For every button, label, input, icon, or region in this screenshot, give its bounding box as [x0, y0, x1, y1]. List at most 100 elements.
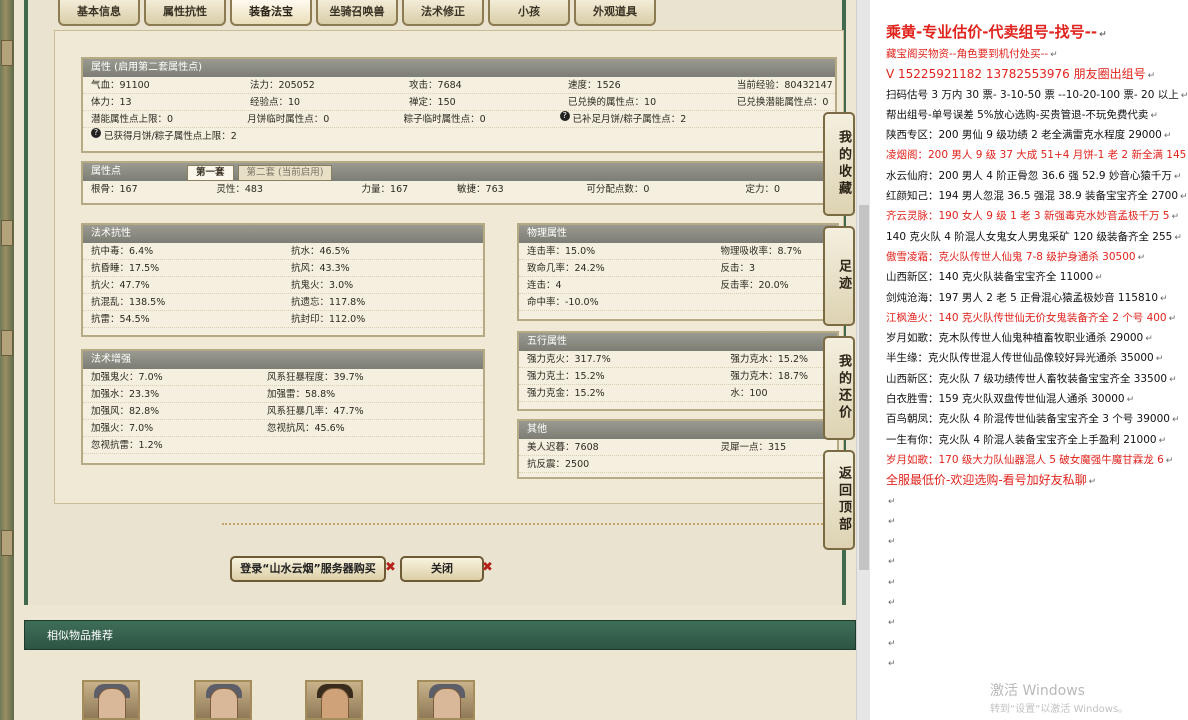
doc-line: 江枫渔火：140 克火队传世仙无价女鬼装备齐全 2 个号 400 ↵: [886, 308, 1188, 328]
paragraph-mark-icon: ↵: [1171, 212, 1180, 223]
login-server-buy-button[interactable]: 登录“山水云烟”服务器购买: [230, 556, 386, 582]
tab-2[interactable]: 装备法宝: [230, 0, 312, 26]
watermark-line1: 激活 Windows: [990, 683, 1085, 699]
spell_boost-cell: 加强水：23.3%: [91, 389, 160, 400]
doc-line: 全服最低价-欢迎选购-看号加好友私聊 ↵: [886, 470, 1188, 490]
doc-line-text: 白衣胜雪：159 克火队双盘传世仙混人通杀 30000: [886, 393, 1125, 406]
tab-0[interactable]: 基本信息: [58, 0, 140, 26]
physical-row: 连击率：15.0% 物理吸收率：8.7%: [519, 243, 837, 260]
sidenav-my-offers[interactable]: 我的还价: [823, 336, 855, 440]
doc-line: 剑炖沧海：197 男人 2 老 5 正骨混心猿孟极妙音 115810 ↵: [886, 288, 1188, 308]
other-title: 其他: [519, 421, 837, 439]
spell_resist-cell: 抗鬼火：3.0%: [291, 280, 354, 291]
spell_resist-row: 抗火：47.7% 抗鬼火：3.0%: [83, 277, 483, 294]
points-cell: 根骨：167: [91, 184, 138, 195]
tab-1[interactable]: 属性抗性: [144, 0, 226, 26]
doc-line: 帮出组号-单号误差 5%放心选购-买贵管退-不玩免费代卖 ↵: [886, 105, 1188, 125]
paragraph-mark-icon: ↵: [888, 618, 896, 629]
spell_boost-cell: 加强鬼火：7.0%: [91, 372, 163, 383]
empty-doc-line: ↵: [886, 653, 1188, 673]
sidenav-back-to-top[interactable]: 返回顶部: [823, 450, 855, 550]
paragraph-mark-icon: ↵: [888, 598, 896, 609]
wuxing-box: 五行属性 强力克火：317.7% 强力克水：15.2% 强力克土：15.2% 强力克木…: [517, 331, 839, 411]
divider: [222, 523, 842, 525]
physical-cell: 命中率：-10.0%: [527, 297, 599, 308]
physical-row: 命中率：-10.0%: [519, 294, 837, 311]
doc-line-text: 傲雪凌霜：克火队传世人仙鬼 7-8 级护身通杀 30500: [886, 250, 1136, 263]
spell-resist-box: 法术抗性 抗中毒：6.4% 抗水：46.5% 抗昏睡：17.5% 抗风：43.3% 抗火…: [81, 223, 485, 337]
similar-item-thumbnail[interactable]: [194, 680, 252, 720]
physical-box: 物理属性 连击率：15.0% 物理吸收率：8.7% 致命几率：24.2% 反击：3 连击…: [517, 223, 839, 321]
paragraph-mark-icon: ↵: [1158, 435, 1167, 446]
doc-line-text: 岁月如歌：170 级大力队仙器混人 5 破女魔强牛魔甘霖龙 6: [886, 453, 1164, 466]
similar-item-thumbnail[interactable]: [305, 680, 363, 720]
left-edge-strip: [0, 0, 14, 720]
attribute-box-title: 属性 (启用第二套属性点): [83, 59, 835, 77]
document-panel: 乘黄-专业估价-代卖组号-找号-- ↵ 藏宝阁买物资--角色要到机付处买-- ↵ V 1…: [870, 0, 1188, 720]
empty-doc-line: ↵: [886, 491, 1188, 511]
physical-cell: 反击：3: [720, 263, 756, 274]
spell_boost-row: 加强水：23.3% 加强雷：58.8%: [83, 386, 483, 403]
scrollbar-thumb[interactable]: [859, 205, 869, 570]
points-cell: 敏捷：763: [457, 184, 504, 195]
points-box-header: 属性点 第一套 第二套 (当前启用): [83, 163, 835, 181]
paragraph-mark-icon: ↵: [1180, 90, 1188, 101]
similar-item-thumbnail[interactable]: [417, 680, 475, 720]
paragraph-mark-icon: ↵: [1168, 313, 1177, 324]
spell_resist-row: 抗雷：54.5% 抗封印：112.0%: [83, 311, 483, 328]
paragraph-mark-icon: ↵: [1099, 30, 1107, 40]
attribute-cell: 已兑换潜能属性点：0: [736, 97, 829, 108]
other-box: 其他 美人迟暮：7608 灵犀一点：315 抗反震：2500: [517, 419, 839, 479]
paragraph-mark-icon: ↵: [1180, 192, 1188, 203]
attribute-note-text: 已获得月饼/粽子属性点上限：2: [104, 131, 237, 142]
wuxing-cell: 强力克火：317.7%: [527, 354, 611, 365]
attribute-cell: 体力：13: [91, 97, 132, 108]
tab-bar: 基本信息 属性抗性 装备法宝 坐骑召唤兽 法术修正 小孩 外观道具: [58, 0, 656, 28]
tab-4[interactable]: 法术修正: [402, 0, 484, 26]
attribute-cell: 攻击：7684: [409, 80, 462, 91]
attribute-cell: 潜能属性点上限：0: [91, 114, 174, 125]
physical-title: 物理属性: [519, 225, 837, 243]
spell_boost-cell: 加强风：82.8%: [91, 406, 160, 417]
question-icon[interactable]: ?: [559, 111, 570, 121]
doc-line: 乘黄-专业估价-代卖组号-找号-- ↵: [886, 20, 1188, 44]
wuxing-row: 强力克金：15.2% 水：100: [519, 385, 837, 402]
other-row: 美人迟暮：7608 灵犀一点：315: [519, 439, 837, 456]
close-button[interactable]: 关闭: [400, 556, 484, 582]
tab-5[interactable]: 小孩: [488, 0, 570, 26]
physical-cell: 物理吸收率：8.7%: [720, 246, 802, 257]
question-icon[interactable]: ?: [91, 128, 101, 138]
doc-line-text: 帮出组号-单号误差 5%放心选购-买贵管退-不玩免费代卖: [886, 108, 1149, 121]
sidenav-history[interactable]: 足迹: [823, 226, 855, 326]
physical-row: 致命几率：24.2% 反击：3: [519, 260, 837, 277]
empty-doc-line: ↵: [886, 592, 1188, 612]
doc-line-text: 扫码估号 3 万内 30 票- 3-10-50 票 --10-20-100 票-…: [886, 88, 1179, 101]
empty-doc-line: ↵: [886, 531, 1188, 551]
doc-line: 红颜知己：194 男人忽混 36.5 强混 38.9 装备宝宝齐全 2700 ↵: [886, 186, 1188, 206]
vertical-scrollbar[interactable]: [856, 0, 870, 720]
spell_boost-cell: 加强火：7.0%: [91, 423, 154, 434]
attribute-note: ? 已获得月饼/粽子属性点上限：2: [83, 128, 835, 145]
doc-line-text: 凌烟阁：200 男人 9 级 37 大成 51+4 月饼-1 老 2 新全满 1…: [886, 149, 1187, 162]
points-cell: 灵性：483: [216, 184, 263, 195]
tab-points-set-1[interactable]: 第一套: [187, 165, 234, 181]
doc-line-text: 一生有你：克火队 4 阶混人装备宝宝齐全上手盈利 21000: [886, 433, 1157, 446]
tab-6[interactable]: 外观道具: [574, 0, 656, 26]
physical-cell: 反击率：20.0%: [720, 280, 789, 291]
spell_resist-cell: 抗雷：54.5%: [91, 314, 150, 325]
doc-line: 岁月如歌：170 级大力队仙器混人 5 破女魔强牛魔甘霖龙 6 ↵: [886, 450, 1188, 470]
attribute-cell: 已兑换的属性点：10: [568, 97, 657, 108]
spell_resist-cell: 抗火：47.7%: [91, 280, 150, 291]
close-x-icon: ✖: [385, 560, 396, 575]
sidenav-favorites[interactable]: 我的收藏: [823, 112, 855, 216]
doc-line: 陕西专区：200 男仙 9 级功绩 2 老全满雷克水程度 29000 ↵: [886, 125, 1188, 145]
doc-line: 山西新区：140 克火队装备宝宝齐全 11000 ↵: [886, 267, 1188, 287]
tab-3[interactable]: 坐骑召唤兽: [316, 0, 398, 26]
paragraph-mark-icon: ↵: [1173, 171, 1182, 182]
tab-points-set-2[interactable]: 第二套 (当前启用): [237, 165, 333, 181]
similar-item-thumbnail[interactable]: [82, 680, 140, 720]
paragraph-mark-icon: ↵: [888, 496, 896, 507]
doc-line: 凌烟阁：200 男人 9 级 37 大成 51+4 月饼-1 老 2 新全满 1…: [886, 145, 1188, 165]
spell_resist-cell: 抗水：46.5%: [291, 246, 350, 257]
paragraph-mark-icon: ↵: [1171, 415, 1180, 426]
